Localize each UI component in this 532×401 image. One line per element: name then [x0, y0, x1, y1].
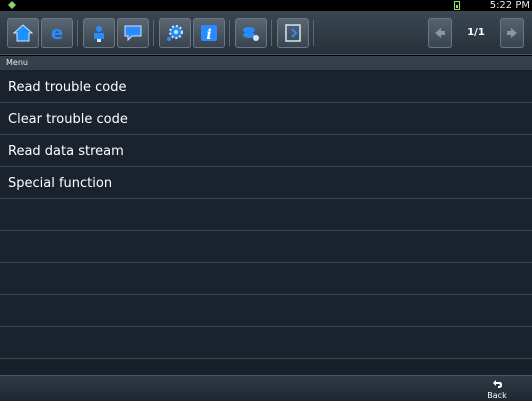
status-time: 5:22 PM — [489, 0, 530, 11]
exit-button[interactable] — [277, 18, 309, 48]
menu-list: Read trouble code Clear trouble code Rea… — [0, 70, 532, 375]
pager: 1/1 — [428, 18, 524, 48]
back-button[interactable]: Back — [482, 378, 512, 401]
menu-item-clear-trouble-code[interactable]: Clear trouble code — [0, 104, 532, 135]
browser-button[interactable]: e — [41, 18, 73, 48]
next-page-button[interactable] — [500, 18, 524, 48]
list-item — [0, 264, 532, 295]
chat-bubble-icon — [124, 25, 142, 42]
diagnostic-button[interactable] — [83, 18, 115, 48]
home-icon — [12, 24, 34, 42]
toolbar: e i 1/1 — [0, 11, 532, 55]
android-notification-icon — [8, 1, 16, 9]
battery-icon — [454, 1, 460, 10]
data-tools-icon — [243, 27, 259, 41]
menu-item-special-function[interactable]: Special function — [0, 168, 532, 199]
feedback-button[interactable] — [117, 18, 149, 48]
arrow-right-icon — [507, 28, 517, 38]
info-icon: i — [201, 25, 217, 43]
status-bar: 5:22 PM — [0, 0, 532, 11]
browser-e-icon: e — [51, 23, 63, 44]
list-item — [0, 296, 532, 327]
data-tools-button[interactable] — [235, 18, 267, 48]
list-item — [0, 200, 532, 231]
page-indicator: 1/1 — [467, 27, 485, 38]
settings-button[interactable] — [159, 18, 191, 48]
svg-text:i: i — [206, 27, 211, 43]
settings-gear-icon — [167, 25, 183, 41]
bottom-bar: Back — [0, 375, 532, 401]
arrow-left-icon — [435, 28, 445, 38]
info-button[interactable]: i — [193, 18, 225, 48]
exit-door-icon — [285, 24, 301, 42]
list-item — [0, 328, 532, 359]
menu-item-read-data-stream[interactable]: Read data stream — [0, 136, 532, 167]
prev-page-button[interactable] — [428, 18, 452, 48]
back-arrow-icon — [482, 378, 512, 391]
back-label: Back — [487, 391, 507, 400]
list-item — [0, 232, 532, 263]
home-button[interactable] — [7, 18, 39, 48]
menu-header: Menu — [0, 56, 532, 70]
vehicle-diagnostic-icon — [94, 26, 104, 42]
menu-item-read-trouble-code[interactable]: Read trouble code — [0, 72, 532, 103]
svg-text:e: e — [51, 23, 63, 44]
